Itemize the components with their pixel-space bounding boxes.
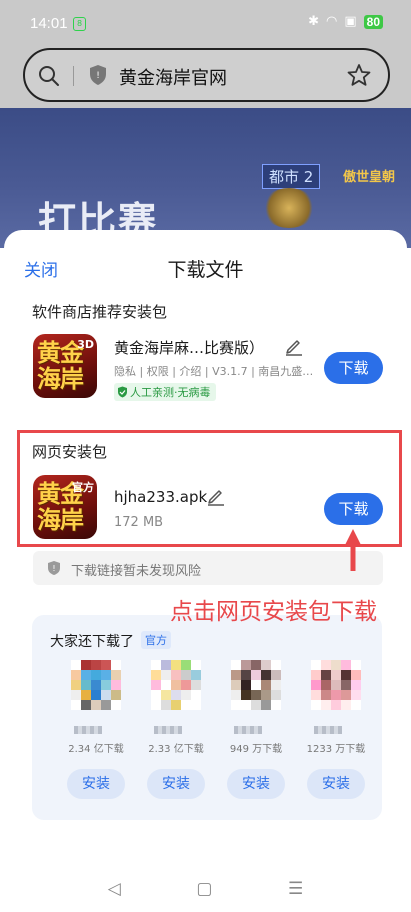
- notification-icon: 8: [73, 17, 86, 31]
- app-icon[interactable]: [151, 660, 201, 710]
- wifi-icon: ◠: [326, 14, 338, 29]
- recommended-app: 2.33 亿下载 安装: [136, 660, 216, 799]
- store-download-button[interactable]: 下载: [324, 352, 383, 384]
- banner-tag-city: 都市 2: [262, 164, 321, 189]
- app-icon-logo: 黄金 海岸: [37, 339, 84, 393]
- medal-icon: [262, 188, 316, 228]
- safe-badge-label: 人工亲测·无病毒: [130, 386, 211, 399]
- app-name-blurred: [234, 726, 262, 734]
- recommended-app: 1233 万下载 安装: [296, 660, 376, 799]
- svg-text:!: !: [96, 71, 100, 81]
- safe-badge: 人工亲测·无病毒: [114, 383, 216, 401]
- status-time: 14:01: [30, 15, 68, 32]
- menu-icon[interactable]: ☰: [288, 879, 303, 899]
- also-downloaded-title: 大家还下载了: [50, 634, 134, 650]
- status-icons: ✱ ◠ ▣ 80: [308, 14, 383, 29]
- sheet-title: 下载文件: [167, 259, 244, 281]
- star-icon[interactable]: [346, 62, 372, 88]
- svg-text:!: !: [52, 564, 55, 573]
- shield-icon[interactable]: !: [87, 63, 109, 87]
- address-bar-container: ! 黄金海岸官网: [0, 44, 411, 108]
- recommended-app: 949 万下载 安装: [216, 660, 296, 799]
- app-name-blurred: [74, 726, 102, 734]
- address-divider: [73, 66, 74, 86]
- download-count: 2.34 亿下载: [68, 744, 124, 755]
- shield-icon: !: [48, 561, 60, 575]
- home-icon[interactable]: ▢: [196, 879, 212, 899]
- app-icon[interactable]: [311, 660, 361, 710]
- also-downloaded-card: 大家还下载了 官方 2.34 亿下载 安装 2.33 亿下载 安装 949 万下…: [32, 615, 382, 820]
- store-app-meta[interactable]: 隐私 | 权限 | 介绍 | V3.1.7 | 南昌九盛…: [114, 363, 313, 379]
- recommended-app: 2.34 亿下载 安装: [56, 660, 136, 799]
- store-section-title: 软件商店推荐安装包: [32, 303, 168, 321]
- back-icon[interactable]: ◁: [108, 879, 121, 899]
- store-app-name[interactable]: 黄金海岸麻…比赛版）: [114, 337, 264, 358]
- edit-icon[interactable]: [284, 336, 304, 356]
- install-button[interactable]: 安装: [147, 769, 205, 799]
- store-app-icon[interactable]: 黄金 海岸 3D: [33, 334, 97, 398]
- app-icon-badge: 3D: [77, 338, 94, 351]
- address-bar[interactable]: ! 黄金海岸官网: [23, 48, 390, 102]
- check-shield-icon: [118, 386, 127, 398]
- battery-indicator: 80: [363, 14, 383, 29]
- banner-tag-brand: 傲世皇朝: [343, 170, 396, 185]
- app-name-blurred: [314, 726, 342, 734]
- instruction-hint: 点击网页安装包下载: [170, 599, 377, 625]
- download-count: 949 万下载: [229, 744, 283, 755]
- official-tag: 官方: [141, 631, 171, 649]
- search-icon[interactable]: [37, 64, 61, 88]
- app-icon[interactable]: [71, 660, 121, 710]
- game-banner: 都市 2 傲世皇朝 打比赛: [0, 108, 411, 248]
- app-icon[interactable]: [231, 660, 281, 710]
- download-count: 1233 万下载: [306, 744, 366, 755]
- download-count: 2.33 亿下载: [148, 744, 204, 755]
- install-button[interactable]: 安装: [67, 769, 125, 799]
- navigation-bar: ◁ ▢ ☰: [0, 866, 411, 912]
- up-arrow-icon: [345, 529, 361, 571]
- sim-icon: ▣: [344, 14, 357, 29]
- status-bar: 14:01 8 ✱ ◠ ▣ 80: [0, 0, 411, 44]
- risk-notice-text: 下载链接暂未发现风险: [71, 564, 202, 579]
- install-button[interactable]: 安装: [227, 769, 285, 799]
- bluetooth-icon: ✱: [308, 14, 319, 29]
- app-name-blurred: [154, 726, 182, 734]
- risk-notice: ! 下载链接暂未发现风险: [33, 551, 383, 585]
- page-title[interactable]: 黄金海岸官网: [119, 64, 227, 90]
- install-button[interactable]: 安装: [307, 769, 365, 799]
